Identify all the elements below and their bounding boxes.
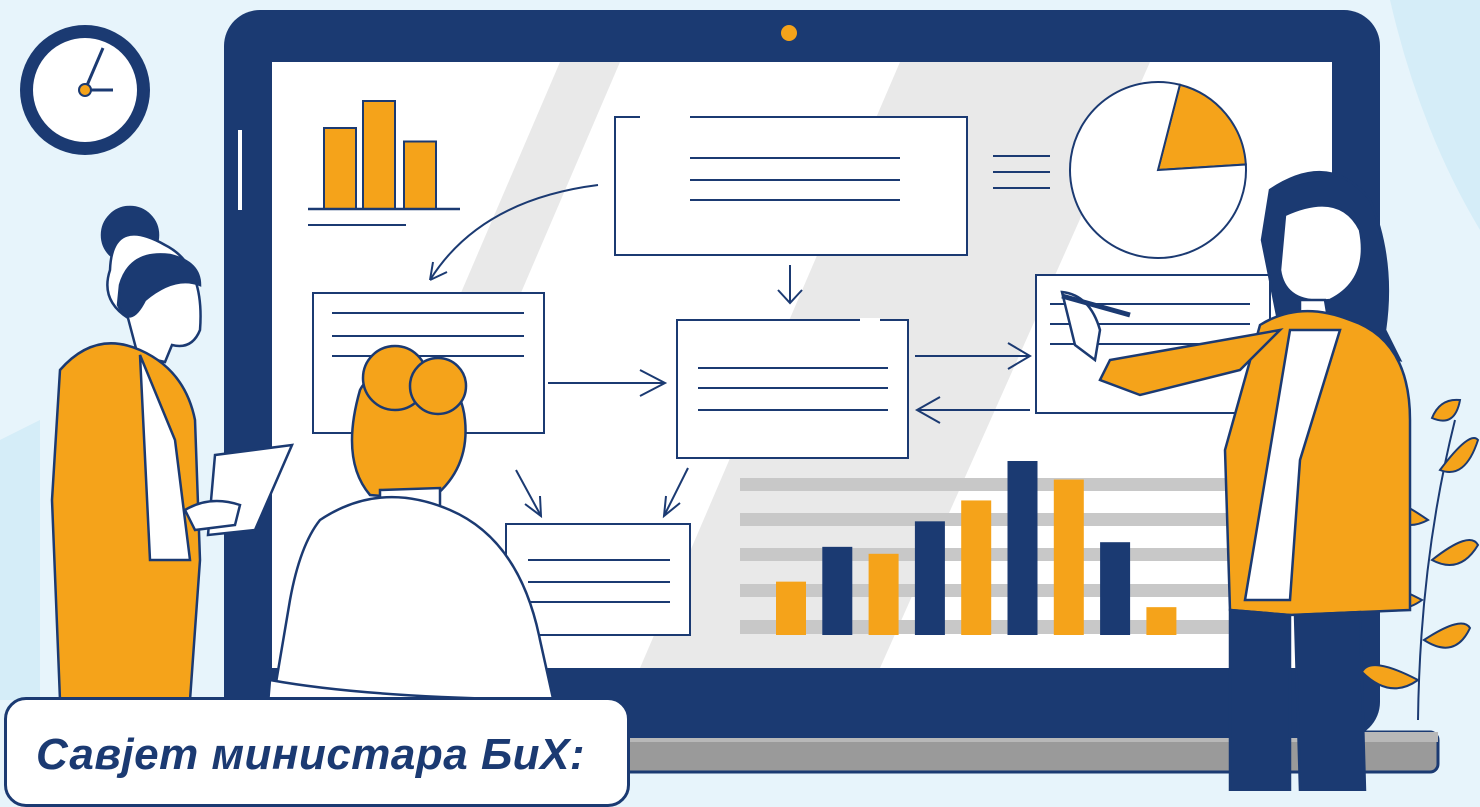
illustration [0, 0, 1480, 791]
large-chart-bar [1146, 607, 1177, 635]
small-chart-bar [403, 140, 437, 210]
caption-title: Савјет министара БиХ: [36, 730, 586, 779]
large-chart-bar [868, 553, 899, 635]
small-chart-bar [362, 100, 396, 210]
large-chart-bar [822, 546, 853, 635]
flow-box-top [614, 116, 968, 256]
large-chart-bar [1100, 542, 1131, 635]
webcam-icon [781, 25, 797, 41]
large-chart-bar [914, 521, 945, 635]
small-chart-bar [323, 127, 357, 210]
pie-chart [1069, 81, 1247, 259]
large-chart-bar [1053, 479, 1084, 635]
large-chart-bar [776, 581, 806, 635]
clock-icon [20, 25, 150, 155]
large-chart-bar [961, 500, 992, 635]
large-chart-bar [1007, 461, 1038, 635]
